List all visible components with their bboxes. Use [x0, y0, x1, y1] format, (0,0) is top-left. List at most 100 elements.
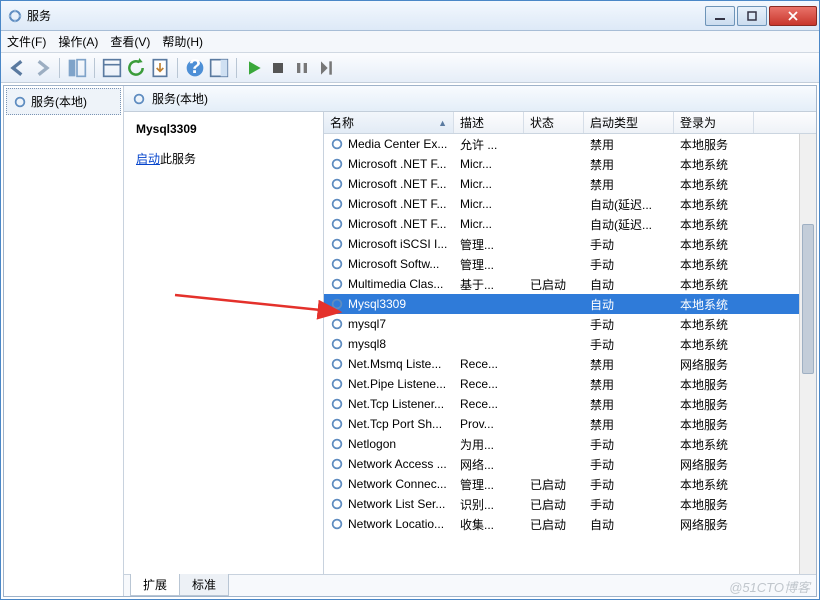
cell-startup: 手动: [584, 334, 674, 355]
cell-logon: 本地服务: [674, 134, 754, 155]
tree-pane[interactable]: 服务(本地): [4, 86, 124, 596]
service-row[interactable]: Net.Msmq Liste...Rece...禁用网络服务: [324, 354, 816, 374]
service-row[interactable]: Microsoft .NET F...Micr...自动(延迟...本地系统: [324, 194, 816, 214]
menu-action[interactable]: 操作(A): [58, 33, 98, 50]
show-hide-tree-button[interactable]: [66, 57, 88, 79]
scrollbar-thumb[interactable]: [802, 224, 814, 374]
cell-status: 已启动: [524, 514, 584, 535]
cell-name: Net.Tcp Listener...: [324, 395, 454, 413]
start-suffix: 此服务: [160, 152, 196, 166]
service-row[interactable]: Net.Tcp Listener...Rece...禁用本地服务: [324, 394, 816, 414]
maximize-button[interactable]: [737, 6, 767, 26]
cell-startup: 手动: [584, 454, 674, 475]
forward-button[interactable]: [31, 57, 53, 79]
show-hide-action-button[interactable]: [208, 57, 230, 79]
cell-desc: Micr...: [454, 155, 524, 173]
vertical-scrollbar[interactable]: [799, 134, 816, 574]
cell-startup: 自动(延迟...: [584, 194, 674, 215]
properties-button[interactable]: [101, 57, 123, 79]
stop-service-button[interactable]: [267, 57, 289, 79]
help-button[interactable]: ?: [184, 57, 206, 79]
service-row[interactable]: Network Access ...网络...手动网络服务: [324, 454, 816, 474]
service-row[interactable]: Microsoft Softw...管理...手动本地系统: [324, 254, 816, 274]
back-button[interactable]: [7, 57, 29, 79]
cell-desc: [454, 302, 524, 306]
cell-status: [524, 402, 584, 406]
right-header-label: 服务(本地): [152, 90, 208, 107]
service-row[interactable]: Multimedia Clas...基于...已启动自动本地系统: [324, 274, 816, 294]
cell-status: [524, 202, 584, 206]
window-title: 服务: [27, 7, 703, 24]
toolbar: ?: [1, 53, 819, 83]
cell-name: Network Connec...: [324, 475, 454, 493]
cell-logon: 本地系统: [674, 274, 754, 295]
column-status[interactable]: 状态: [524, 112, 584, 133]
minimize-button[interactable]: [705, 6, 735, 26]
cell-status: [524, 142, 584, 146]
menu-view[interactable]: 查看(V): [110, 33, 150, 50]
service-icon: [330, 177, 344, 191]
service-row[interactable]: Network Connec...管理...已启动手动本地系统: [324, 474, 816, 494]
cell-startup: 手动: [584, 314, 674, 335]
service-icon: [330, 377, 344, 391]
service-row[interactable]: Microsoft iSCSI I...管理...手动本地系统: [324, 234, 816, 254]
start-service-button[interactable]: [243, 57, 265, 79]
service-row[interactable]: Microsoft .NET F...Micr...禁用本地系统: [324, 174, 816, 194]
service-row[interactable]: Network List Ser...识别...已启动手动本地服务: [324, 494, 816, 514]
menu-help[interactable]: 帮助(H): [162, 33, 203, 50]
cell-status: [524, 302, 584, 306]
cell-startup: 手动: [584, 234, 674, 255]
service-row[interactable]: Netlogon为用...手动本地系统: [324, 434, 816, 454]
service-row[interactable]: Microsoft .NET F...Micr...自动(延迟...本地系统: [324, 214, 816, 234]
service-icon: [330, 237, 344, 251]
tab-standard[interactable]: 标准: [179, 574, 229, 596]
menu-file[interactable]: 文件(F): [7, 33, 46, 50]
cell-logon: 本地系统: [674, 254, 754, 275]
service-row[interactable]: Microsoft .NET F...Micr...禁用本地系统: [324, 154, 816, 174]
cell-startup: 手动: [584, 434, 674, 455]
restart-service-button[interactable]: [315, 57, 337, 79]
tree-root-item[interactable]: 服务(本地): [6, 88, 121, 115]
service-row[interactable]: mysql8手动本地系统: [324, 334, 816, 354]
export-button[interactable]: [149, 57, 171, 79]
start-link[interactable]: 启动: [136, 152, 160, 166]
cell-desc: 网络...: [454, 454, 524, 475]
right-header: 服务(本地): [124, 86, 816, 112]
column-desc[interactable]: 描述: [454, 112, 524, 133]
cell-desc: Prov...: [454, 415, 524, 433]
column-startup[interactable]: 启动类型: [584, 112, 674, 133]
column-logon[interactable]: 登录为: [674, 112, 754, 133]
services-icon: [7, 8, 23, 24]
service-rows[interactable]: Media Center Ex...允许 ...禁用本地服务 Microsoft …: [324, 134, 816, 574]
service-row[interactable]: Net.Tcp Port Sh...Prov...禁用本地服务: [324, 414, 816, 434]
service-row[interactable]: Media Center Ex...允许 ...禁用本地服务: [324, 134, 816, 154]
cell-desc: Rece...: [454, 395, 524, 413]
services-icon: [132, 92, 146, 106]
cell-status: [524, 362, 584, 366]
titlebar[interactable]: 服务: [1, 1, 819, 31]
cell-startup: 自动: [584, 274, 674, 295]
service-row[interactable]: Net.Pipe Listene...Rece...禁用本地服务: [324, 374, 816, 394]
service-icon: [330, 457, 344, 471]
tab-extended[interactable]: 扩展: [130, 574, 180, 596]
close-button[interactable]: [769, 6, 817, 26]
service-row[interactable]: Network Locatio...收集...已启动自动网络服务: [324, 514, 816, 534]
cell-name: Net.Pipe Listene...: [324, 375, 454, 393]
column-name[interactable]: 名称▲: [324, 112, 454, 133]
pause-service-button[interactable]: [291, 57, 313, 79]
cell-desc: Micr...: [454, 175, 524, 193]
service-row[interactable]: mysql7手动本地系统: [324, 314, 816, 334]
cell-startup: 禁用: [584, 154, 674, 175]
cell-name: mysql7: [324, 315, 454, 333]
list-pane: 名称▲ 描述 状态 启动类型 登录为 Media Center Ex...允许 …: [324, 112, 816, 574]
cell-logon: 网络服务: [674, 514, 754, 535]
cell-name: Microsoft Softw...: [324, 255, 454, 273]
cell-name: Multimedia Clas...: [324, 275, 454, 293]
refresh-button[interactable]: [125, 57, 147, 79]
cell-name: mysql8: [324, 335, 454, 353]
cell-name: Network Access ...: [324, 455, 454, 473]
cell-logon: 本地系统: [674, 234, 754, 255]
service-row[interactable]: Mysql3309自动本地系统: [324, 294, 816, 314]
cell-desc: 基于...: [454, 274, 524, 295]
service-icon: [330, 317, 344, 331]
